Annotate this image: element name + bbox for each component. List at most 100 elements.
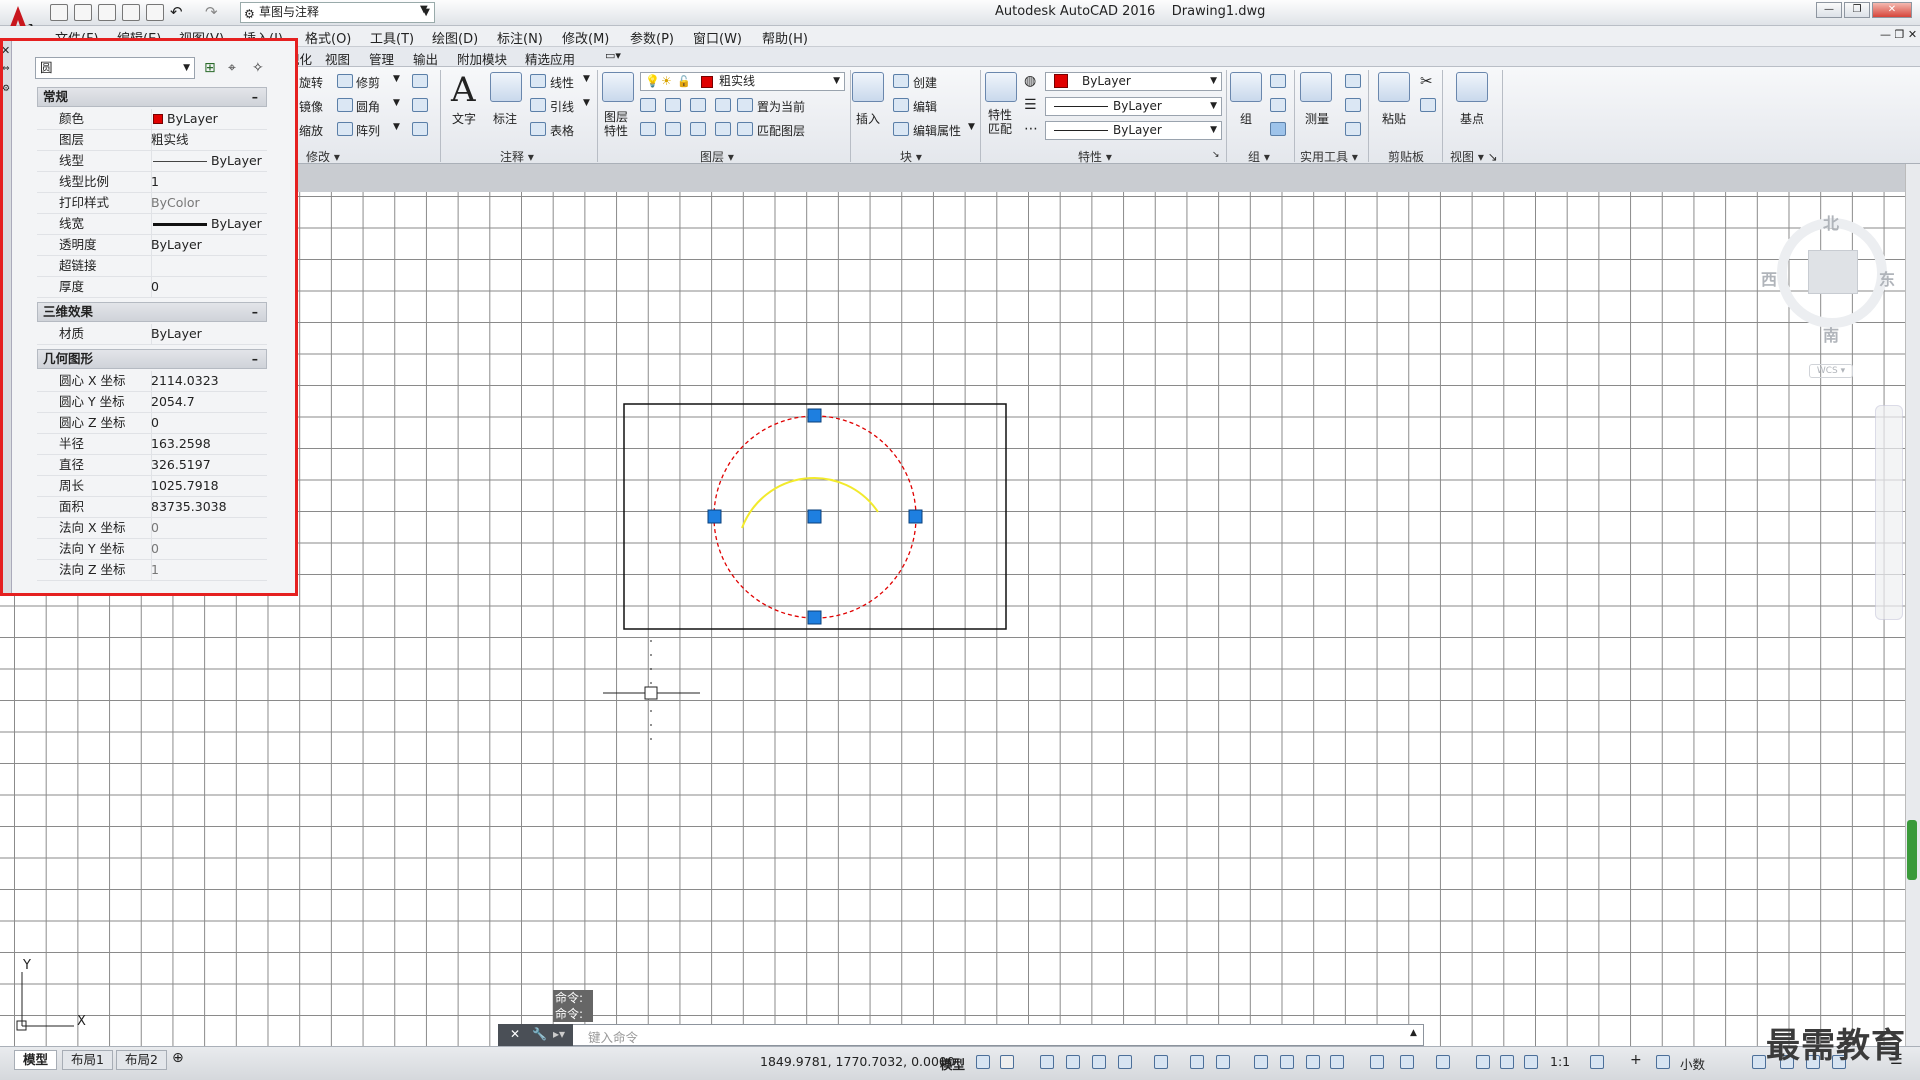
object-snap-tracking-icon[interactable] bbox=[1190, 1055, 1204, 1069]
fillet-button[interactable]: 圆角 bbox=[356, 98, 380, 115]
command-close-icon[interactable]: ✕ bbox=[510, 1027, 520, 1041]
save-icon[interactable] bbox=[98, 4, 116, 21]
layer-properties-button[interactable]: 图层特性 bbox=[604, 110, 634, 138]
tab-model[interactable]: 模型 bbox=[14, 1050, 58, 1070]
rotate-button[interactable]: 旋转 bbox=[299, 74, 323, 91]
object-snap-icon[interactable] bbox=[1216, 1055, 1230, 1069]
isolate-icon[interactable] bbox=[1656, 1055, 1670, 1069]
minimize-button[interactable]: — bbox=[1816, 2, 1842, 18]
undo-icon[interactable]: ↶ bbox=[170, 3, 183, 21]
point-icon[interactable] bbox=[1345, 98, 1361, 112]
doc-window-controls[interactable]: — ❐ ✕ bbox=[1880, 28, 1917, 41]
lineweight-select[interactable]: ByLayer ▼ bbox=[1045, 121, 1222, 140]
navigation-bar[interactable] bbox=[1875, 405, 1903, 620]
fillet-dropdown-icon[interactable]: ▼ bbox=[393, 98, 400, 108]
quick-properties-icon[interactable] bbox=[1752, 1055, 1766, 1069]
view-panel-title[interactable]: 视图 ▾ ↘ bbox=[1450, 148, 1498, 164]
restore-button[interactable]: ❐ bbox=[1844, 2, 1870, 18]
set-current-button[interactable]: 置为当前 bbox=[757, 98, 805, 115]
viewcube[interactable]: 北 南 东 西 WCS ▾ bbox=[1755, 200, 1905, 380]
units-value[interactable]: 小数 bbox=[1680, 1054, 1705, 1073]
group-icon[interactable] bbox=[1230, 72, 1262, 102]
snap-icon[interactable] bbox=[1000, 1055, 1014, 1069]
linear-icon[interactable] bbox=[530, 74, 546, 88]
edit-attributes-button[interactable]: 编辑属性 bbox=[913, 122, 961, 139]
vertical-scrollbar[interactable] bbox=[1905, 164, 1920, 1046]
grid-icon[interactable] bbox=[976, 1055, 990, 1069]
array-icon[interactable] bbox=[337, 122, 353, 136]
groups-panel-title[interactable]: 组 ▾ bbox=[1248, 148, 1270, 164]
edit-block-icon[interactable] bbox=[893, 98, 909, 112]
command-recent-icon[interactable]: ▸▾ bbox=[553, 1027, 565, 1041]
open-file-icon[interactable] bbox=[74, 4, 92, 21]
print-icon[interactable] bbox=[146, 4, 164, 21]
trim-icon[interactable] bbox=[337, 74, 353, 88]
color-wheel-icon[interactable]: ◍ bbox=[1024, 73, 1036, 89]
plus-icon[interactable]: + bbox=[1630, 1052, 1642, 1068]
tab-layout1[interactable]: 布局1 bbox=[62, 1050, 113, 1070]
tab-layout2[interactable]: 布局2 bbox=[116, 1050, 167, 1070]
isodraft-icon[interactable] bbox=[1154, 1055, 1168, 1069]
panel-launcher-icon[interactable]: ↘ bbox=[1212, 150, 1220, 160]
clipboard-panel-title[interactable]: 剪贴板 bbox=[1388, 148, 1424, 164]
ortho-icon[interactable] bbox=[1092, 1055, 1106, 1069]
new-file-icon[interactable] bbox=[50, 4, 68, 21]
viewcube-north[interactable]: 北 bbox=[1823, 210, 1839, 234]
layer-tool-icon[interactable] bbox=[690, 122, 706, 136]
table-icon[interactable] bbox=[530, 122, 546, 136]
erase-icon[interactable] bbox=[412, 74, 428, 88]
trim-button[interactable]: 修剪 bbox=[356, 74, 380, 91]
calculator-icon[interactable] bbox=[1345, 122, 1361, 136]
insert-block-icon[interactable] bbox=[852, 72, 884, 102]
properties-panel-title[interactable]: 特性 ▾ bbox=[1078, 148, 1112, 164]
viewcube-south[interactable]: 南 bbox=[1823, 322, 1839, 346]
insert-button[interactable]: 插入 bbox=[856, 110, 880, 127]
paste-icon[interactable] bbox=[1378, 72, 1410, 102]
layer-properties-icon[interactable] bbox=[602, 72, 634, 102]
quick-select-icon[interactable] bbox=[1345, 74, 1361, 88]
group-button[interactable]: 组 bbox=[1240, 110, 1252, 127]
close-button[interactable]: ✕ bbox=[1872, 2, 1912, 18]
tab-featured-apps[interactable]: 精选应用 bbox=[525, 49, 575, 68]
tab-output[interactable]: 输出 bbox=[413, 49, 438, 68]
lineweight-icon[interactable]: ☰ bbox=[1024, 97, 1037, 113]
viewcube-face-top[interactable] bbox=[1808, 250, 1858, 294]
menu-format[interactable]: 格式(O) bbox=[305, 28, 351, 47]
menu-draw[interactable]: 绘图(D) bbox=[432, 28, 478, 47]
group-edit-icon[interactable] bbox=[1270, 98, 1286, 112]
edit-attributes-dropdown-icon[interactable]: ▼ bbox=[968, 122, 975, 132]
dimension-button[interactable]: 标注 bbox=[493, 110, 517, 127]
dynamic-ucs-icon[interactable] bbox=[1370, 1055, 1384, 1069]
copy-icon[interactable] bbox=[1420, 98, 1436, 112]
match-properties-button[interactable]: 特性匹配 bbox=[988, 108, 1018, 136]
create-block-icon[interactable] bbox=[893, 74, 909, 88]
layer-tool-icon[interactable] bbox=[640, 98, 656, 112]
layer-tool-icon[interactable] bbox=[715, 98, 731, 112]
base-point-button[interactable]: 基点 bbox=[1460, 110, 1484, 127]
trim-dropdown-icon[interactable]: ▼ bbox=[393, 74, 400, 84]
annotation-scale-icon[interactable] bbox=[1524, 1055, 1538, 1069]
group-select-icon[interactable] bbox=[1270, 122, 1286, 136]
linetype-icon[interactable]: ⋯ bbox=[1024, 121, 1038, 137]
layer-select[interactable]: 💡 ☀ 🔓 粗实线 ▼ bbox=[640, 72, 845, 91]
text-a-icon[interactable]: A bbox=[451, 70, 476, 110]
text-button[interactable]: 文字 bbox=[452, 110, 476, 127]
ungroup-icon[interactable] bbox=[1270, 74, 1286, 88]
menu-modify[interactable]: 修改(M) bbox=[562, 28, 609, 47]
utilities-panel-title[interactable]: 实用工具 ▾ bbox=[1300, 148, 1358, 164]
annotation-scale-value[interactable]: 1:1 bbox=[1550, 1054, 1570, 1069]
workspace-switch-icon[interactable] bbox=[1590, 1055, 1604, 1069]
linetype-select[interactable]: ByLayer ▼ bbox=[1045, 97, 1222, 116]
create-block-button[interactable]: 创建 bbox=[913, 74, 937, 91]
leader-icon[interactable] bbox=[530, 98, 546, 112]
fillet-icon[interactable] bbox=[337, 98, 353, 112]
workspace-select[interactable]: ⚙ 草图与注释 ▼ bbox=[240, 2, 435, 23]
tab-addins[interactable]: 附加模块 bbox=[457, 49, 507, 68]
layer-tool-icon[interactable] bbox=[715, 122, 731, 136]
menu-tools[interactable]: 工具(T) bbox=[370, 28, 414, 47]
layer-tool-icon[interactable] bbox=[665, 122, 681, 136]
match-layer-icon[interactable] bbox=[737, 122, 753, 136]
leader-button[interactable]: 引线 bbox=[550, 98, 574, 115]
measure-button[interactable]: 测量 bbox=[1305, 110, 1329, 127]
measure-icon[interactable] bbox=[1300, 72, 1332, 102]
